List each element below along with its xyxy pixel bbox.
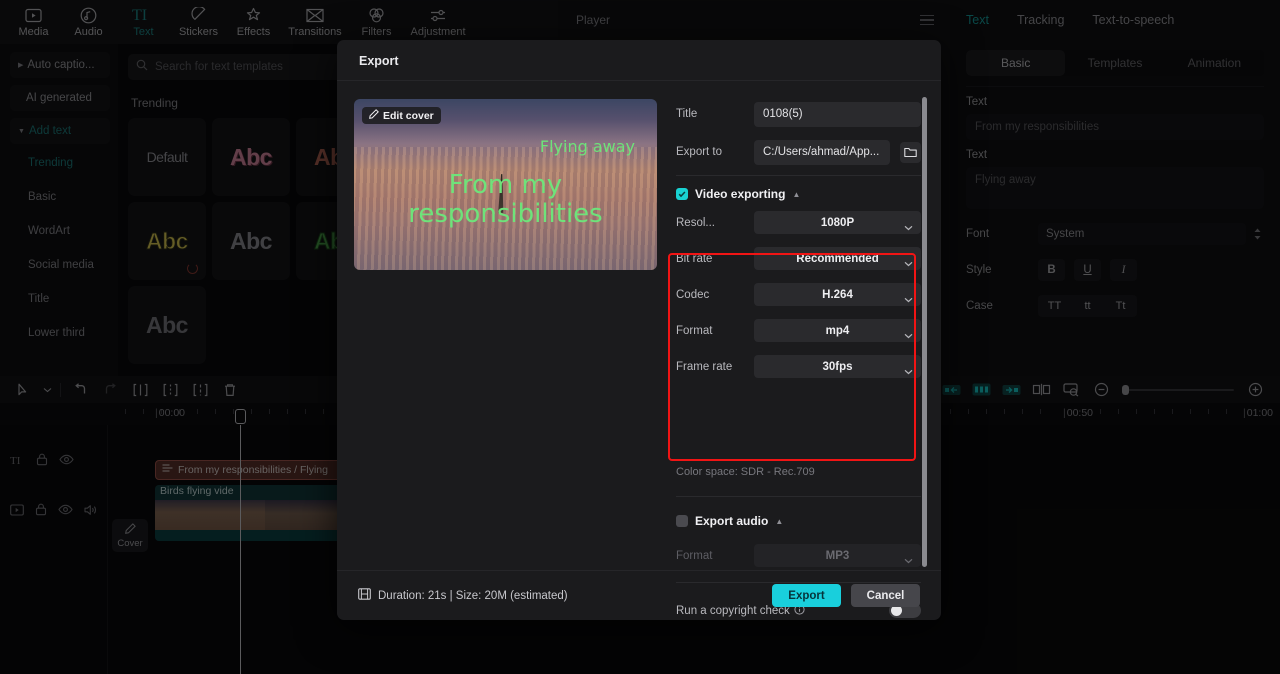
pencil-icon [369, 109, 379, 122]
bitrate-value: Recommended [796, 252, 879, 265]
resolution-label: Resol... [676, 216, 715, 229]
chevron-down-icon [904, 218, 913, 236]
export-dialog: Export Edit cover Flying away From my re… [337, 40, 941, 620]
title-row: Title 0108(5) [676, 99, 921, 129]
export-dialog-footer: Duration: 21s | Size: 20M (estimated) Ex… [337, 570, 941, 620]
title-label: Title [676, 108, 698, 120]
dialog-scrollbar[interactable] [922, 97, 927, 567]
divider [676, 496, 921, 497]
framerate-row: Frame rate 30fps [676, 352, 921, 381]
audio-format-value: MP3 [825, 549, 850, 562]
audio-format-select[interactable]: MP3 [754, 544, 921, 567]
format-select[interactable]: mp4 [754, 319, 921, 342]
export-dialog-body: Edit cover Flying away From my responsib… [337, 81, 941, 618]
codec-value: H.264 [822, 288, 853, 301]
duration-text: Duration: 21s | Size: 20M (estimated) [378, 589, 568, 602]
resolution-row: Resol... 1080P [676, 208, 921, 237]
export-to-row: Export to C:/Users/ahmad/App... [676, 137, 921, 167]
export-audio-header: Export audio ▲ [676, 507, 921, 535]
duration-info: Duration: 21s | Size: 20M (estimated) [358, 588, 568, 603]
color-space-text: Color space: SDR - Rec.709 [676, 466, 815, 478]
chevron-down-icon [904, 290, 913, 308]
title-input[interactable]: 0108(5) [754, 101, 921, 127]
chevron-down-icon [904, 551, 913, 569]
folder-icon[interactable] [900, 141, 921, 163]
resolution-select[interactable]: 1080P [754, 211, 921, 234]
format-label: Format [676, 324, 713, 337]
chevron-down-icon [904, 254, 913, 272]
audio-format-label: Format [676, 549, 713, 562]
chevron-up-icon[interactable]: ▲ [775, 517, 783, 526]
bitrate-select[interactable]: Recommended [754, 247, 921, 270]
chevron-up-icon[interactable]: ▲ [792, 190, 800, 199]
framerate-value: 30fps [822, 360, 853, 373]
codec-label: Codec [676, 288, 710, 301]
divider [676, 175, 921, 176]
chevron-down-icon [904, 362, 913, 380]
export-dialog-title: Export [359, 54, 399, 68]
audio-format-row: Format MP3 [676, 541, 921, 570]
cover-overlay-text-main: From my responsibilities [354, 171, 657, 229]
video-exporting-header: Video exporting ▲ [676, 180, 921, 208]
framerate-label: Frame rate [676, 360, 733, 373]
export-audio-checkbox[interactable] [676, 515, 688, 527]
format-value: mp4 [825, 324, 850, 337]
cover-overlay-text-top: Flying away [539, 137, 635, 156]
export-audio-label: Export audio [695, 514, 769, 528]
codec-select[interactable]: H.264 [754, 283, 921, 306]
cancel-button[interactable]: Cancel [851, 584, 920, 607]
video-exporting-checkbox[interactable] [676, 188, 688, 200]
bitrate-label: Bit rate [676, 252, 713, 265]
dialog-buttons: Export Cancel [772, 584, 920, 607]
export-form: Title 0108(5) Export to C:/Users/ahmad/A… [676, 99, 921, 388]
codec-row: Codec H.264 [676, 280, 921, 309]
cover-overlay-line-2: responsibilities [408, 199, 603, 229]
cover-preview[interactable]: Edit cover Flying away From my responsib… [354, 99, 657, 270]
export-button[interactable]: Export [772, 584, 841, 607]
edit-cover-button[interactable]: Edit cover [362, 107, 441, 124]
chevron-down-icon [904, 326, 913, 344]
resolution-value: 1080P [820, 216, 855, 229]
film-icon [358, 588, 371, 603]
format-row: Format mp4 [676, 316, 921, 345]
video-editor-app: Media Audio TI Text Stickers Effects Tra… [0, 0, 1280, 674]
framerate-select[interactable]: 30fps [754, 355, 921, 378]
cover-overlay-line-1: From my [448, 170, 563, 200]
edit-cover-label: Edit cover [383, 109, 434, 122]
export-to-label: Export to [676, 146, 723, 158]
export-path-input[interactable]: C:/Users/ahmad/App... [754, 139, 890, 165]
bitrate-row: Bit rate Recommended [676, 244, 921, 273]
video-exporting-label: Video exporting [695, 187, 786, 201]
